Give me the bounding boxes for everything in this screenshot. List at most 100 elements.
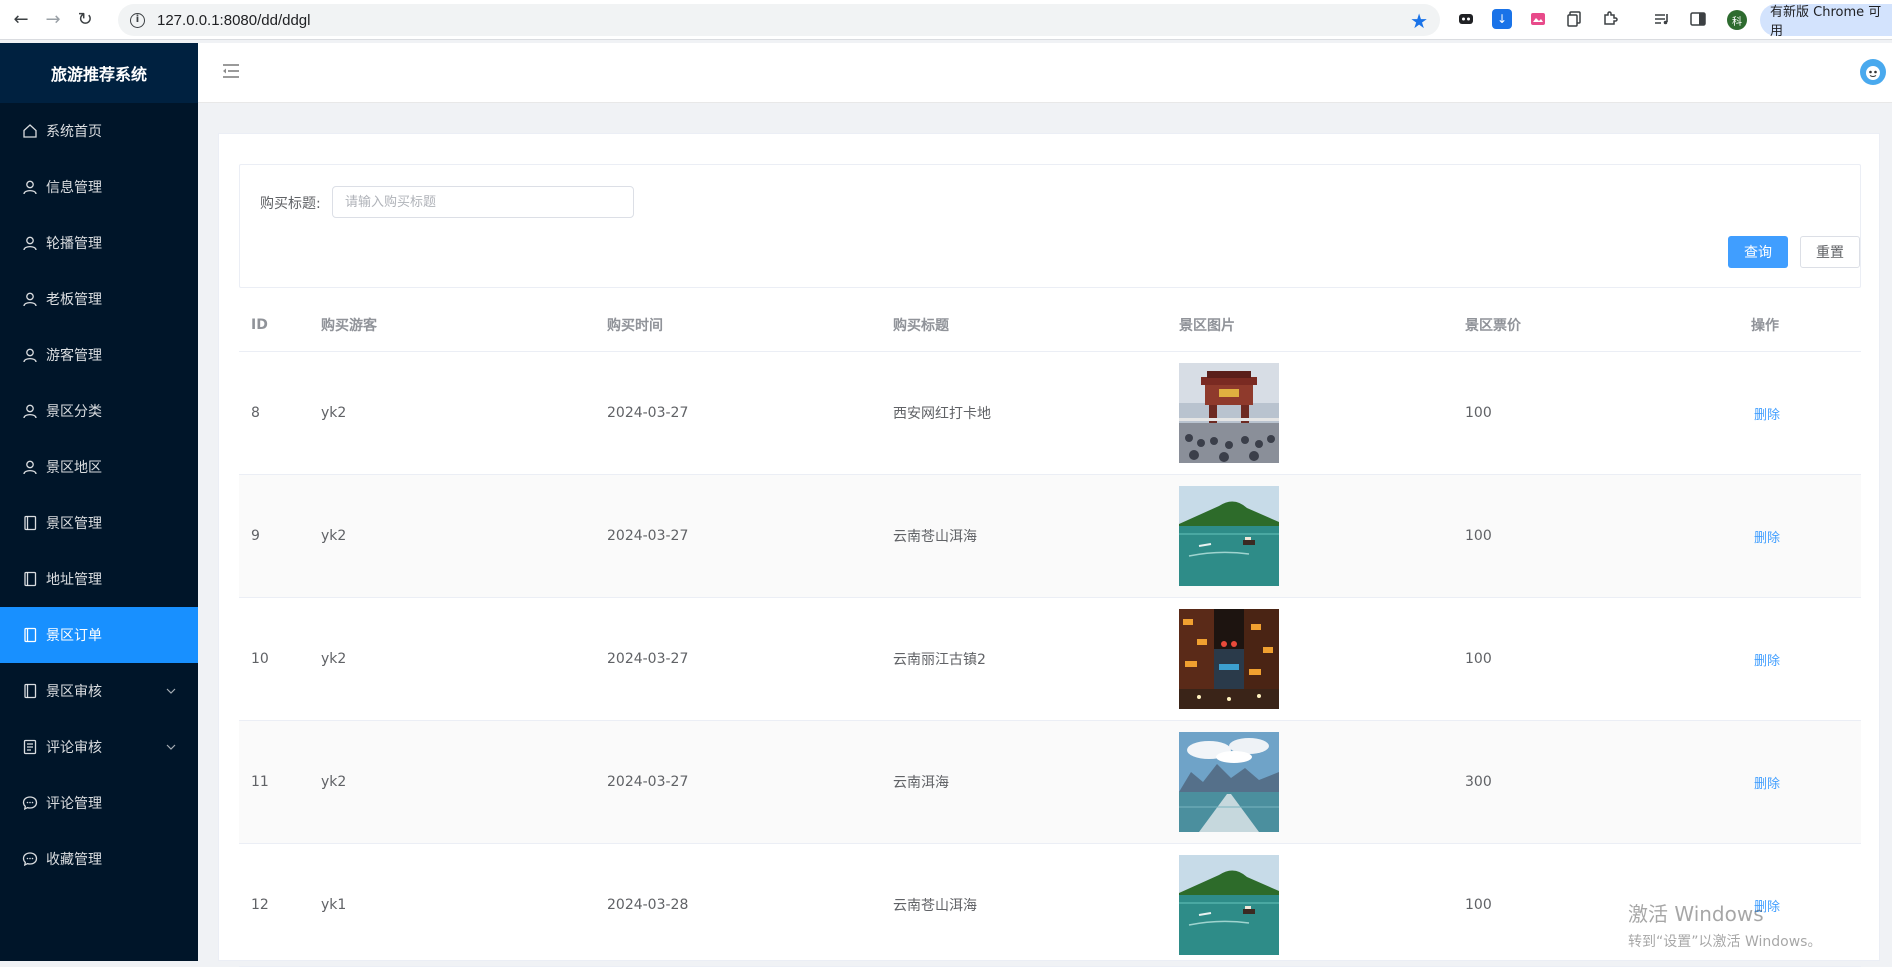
cell-title: 西安网红打卡地: [893, 406, 991, 422]
cell-time: 2024-03-28: [607, 897, 689, 913]
sidebar-item-4[interactable]: 游客管理: [0, 327, 198, 383]
column-header-image: 景区图片: [1179, 317, 1235, 334]
top-header: [198, 43, 1892, 103]
cell-time: 2024-03-27: [607, 774, 689, 790]
delete-button[interactable]: 删除: [1754, 777, 1780, 792]
forward-icon[interactable]: →: [42, 9, 64, 31]
profile-avatar[interactable]: 科: [1727, 10, 1747, 30]
sidebar-item-label: 轮播管理: [46, 236, 102, 252]
lake-boat-photo: [1179, 855, 1453, 955]
cell-image: [1167, 732, 1453, 832]
sidebar-item-label: 景区分类: [46, 404, 102, 420]
sidebar-item-3[interactable]: 老板管理: [0, 271, 198, 327]
delete-button[interactable]: 删除: [1754, 654, 1780, 669]
cell-title: 云南苍山洱海: [893, 529, 977, 545]
sidebar-item-12[interactable]: 评论管理: [0, 775, 198, 831]
delete-button[interactable]: 删除: [1754, 408, 1780, 423]
user-avatar[interactable]: [1860, 59, 1886, 85]
side-panel-icon[interactable]: [1688, 9, 1708, 29]
cell-id: 10: [251, 651, 269, 667]
sidebar-item-label: 景区审核: [46, 684, 102, 700]
query-button[interactable]: 查询: [1728, 236, 1788, 268]
cell-image: [1167, 486, 1453, 586]
sidebar-item-1[interactable]: 信息管理: [0, 159, 198, 215]
user-icon: [22, 459, 38, 475]
user-icon: [22, 403, 38, 419]
notebook-icon: [22, 515, 38, 531]
chat-icon: [22, 851, 38, 867]
content-card: 购买标题: 查询 重置 ID 购买游客 购买时间 购买标题 景区图片 景区票价 …: [218, 133, 1880, 967]
sidebar-item-label: 评论审核: [46, 740, 102, 756]
user-icon: [22, 179, 38, 195]
column-header-title: 购买标题: [893, 317, 949, 334]
chevron-down-icon: [166, 683, 176, 697]
notebook-icon: [22, 571, 38, 587]
lake-boat-photo: [1179, 486, 1453, 586]
cell-title: 云南洱海: [893, 775, 949, 791]
media-queue-icon[interactable]: [1652, 9, 1672, 29]
copy-extension-icon[interactable]: [1564, 9, 1584, 29]
cell-user: yk2: [321, 651, 347, 667]
cell-id: 12: [251, 897, 269, 913]
user-icon: [22, 347, 38, 363]
browser-toolbar: ← → ↻ i 127.0.0.1:8080/dd/ddgl ★ ↓ 科 有新版…: [0, 0, 1892, 40]
cell-user: yk2: [321, 774, 347, 790]
cell-image: [1167, 855, 1453, 955]
cell-action: 删除: [1739, 527, 1861, 546]
url-text[interactable]: 127.0.0.1:8080/dd/ddgl: [157, 12, 310, 29]
chevron-down-icon: [166, 739, 176, 753]
sidebar-item-2[interactable]: 轮播管理: [0, 215, 198, 271]
reload-icon[interactable]: ↻: [74, 9, 96, 31]
sidebar-item-0[interactable]: 系统首页: [0, 103, 198, 159]
sidebar-item-5[interactable]: 景区分类: [0, 383, 198, 439]
watermark-line1: 激活 Windows: [1628, 902, 1764, 926]
sidebar-item-label: 景区管理: [46, 516, 102, 532]
sidebar-item-7[interactable]: 景区管理: [0, 495, 198, 551]
column-header-action: 操作: [1751, 317, 1779, 334]
bookmark-star-icon[interactable]: ★: [1410, 9, 1428, 33]
user-icon: [22, 235, 38, 251]
sidebar: 旅游推荐系统 系统首页 信息管理 轮播管理 老板管理 游客管理 景区分类 景区地区 景区管理地…: [0, 43, 198, 961]
download-extension-icon[interactable]: ↓: [1492, 9, 1512, 29]
sidebar-item-13[interactable]: 收藏管理: [0, 831, 198, 887]
orders-table: ID 购买游客 购买时间 购买标题 景区图片 景区票价 操作 8 yk2 2024-…: [239, 298, 1861, 967]
cell-price: 300: [1465, 774, 1492, 790]
chrome-update-button[interactable]: 有新版 Chrome 可用: [1760, 4, 1892, 39]
table-row: 11 yk2 2024-03-27 云南洱海 300 删除: [239, 721, 1861, 844]
cell-image: [1167, 609, 1453, 709]
cell-user: yk1: [321, 897, 347, 913]
cell-id: 9: [251, 528, 260, 544]
collapse-menu-icon[interactable]: [222, 63, 240, 79]
erhai-lake-photo: [1179, 732, 1453, 832]
cell-action: 删除: [1739, 404, 1861, 423]
sidebar-item-9[interactable]: 景区订单: [0, 607, 198, 663]
delete-button[interactable]: 删除: [1754, 531, 1780, 546]
cell-time: 2024-03-27: [607, 405, 689, 421]
sidebar-item-6[interactable]: 景区地区: [0, 439, 198, 495]
cell-price: 100: [1465, 651, 1492, 667]
sidebar-item-11[interactable]: 评论审核: [0, 719, 198, 775]
sidebar-item-label: 老板管理: [46, 292, 102, 308]
sidebar-item-label: 收藏管理: [46, 852, 102, 868]
sidebar-item-10[interactable]: 景区审核: [0, 663, 198, 719]
search-title-input[interactable]: [332, 186, 634, 218]
user-icon: [22, 291, 38, 307]
sidebar-item-8[interactable]: 地址管理: [0, 551, 198, 607]
back-icon[interactable]: ←: [10, 9, 32, 31]
column-header-id: ID: [251, 316, 268, 333]
cell-price: 100: [1465, 405, 1492, 421]
reset-button[interactable]: 重置: [1800, 236, 1860, 268]
puzzle-extensions-icon[interactable]: [1600, 9, 1620, 29]
cell-action: 删除: [1739, 650, 1861, 669]
search-panel: 购买标题: 查询 重置: [239, 164, 1861, 288]
column-header-price: 景区票价: [1465, 317, 1521, 334]
notebook-icon: [22, 683, 38, 699]
column-header-time: 购买时间: [607, 317, 663, 334]
image-extension-icon[interactable]: [1528, 9, 1548, 29]
notebook-icon: [22, 627, 38, 643]
address-bar[interactable]: i 127.0.0.1:8080/dd/ddgl ★: [118, 4, 1440, 36]
site-info-icon[interactable]: i: [130, 12, 145, 28]
table-header: ID 购买游客 购买时间 购买标题 景区图片 景区票价 操作: [239, 298, 1861, 352]
table-row: 10 yk2 2024-03-27 云南丽江古镇2 100 删除: [239, 598, 1861, 721]
extension-icon[interactable]: [1456, 9, 1476, 29]
